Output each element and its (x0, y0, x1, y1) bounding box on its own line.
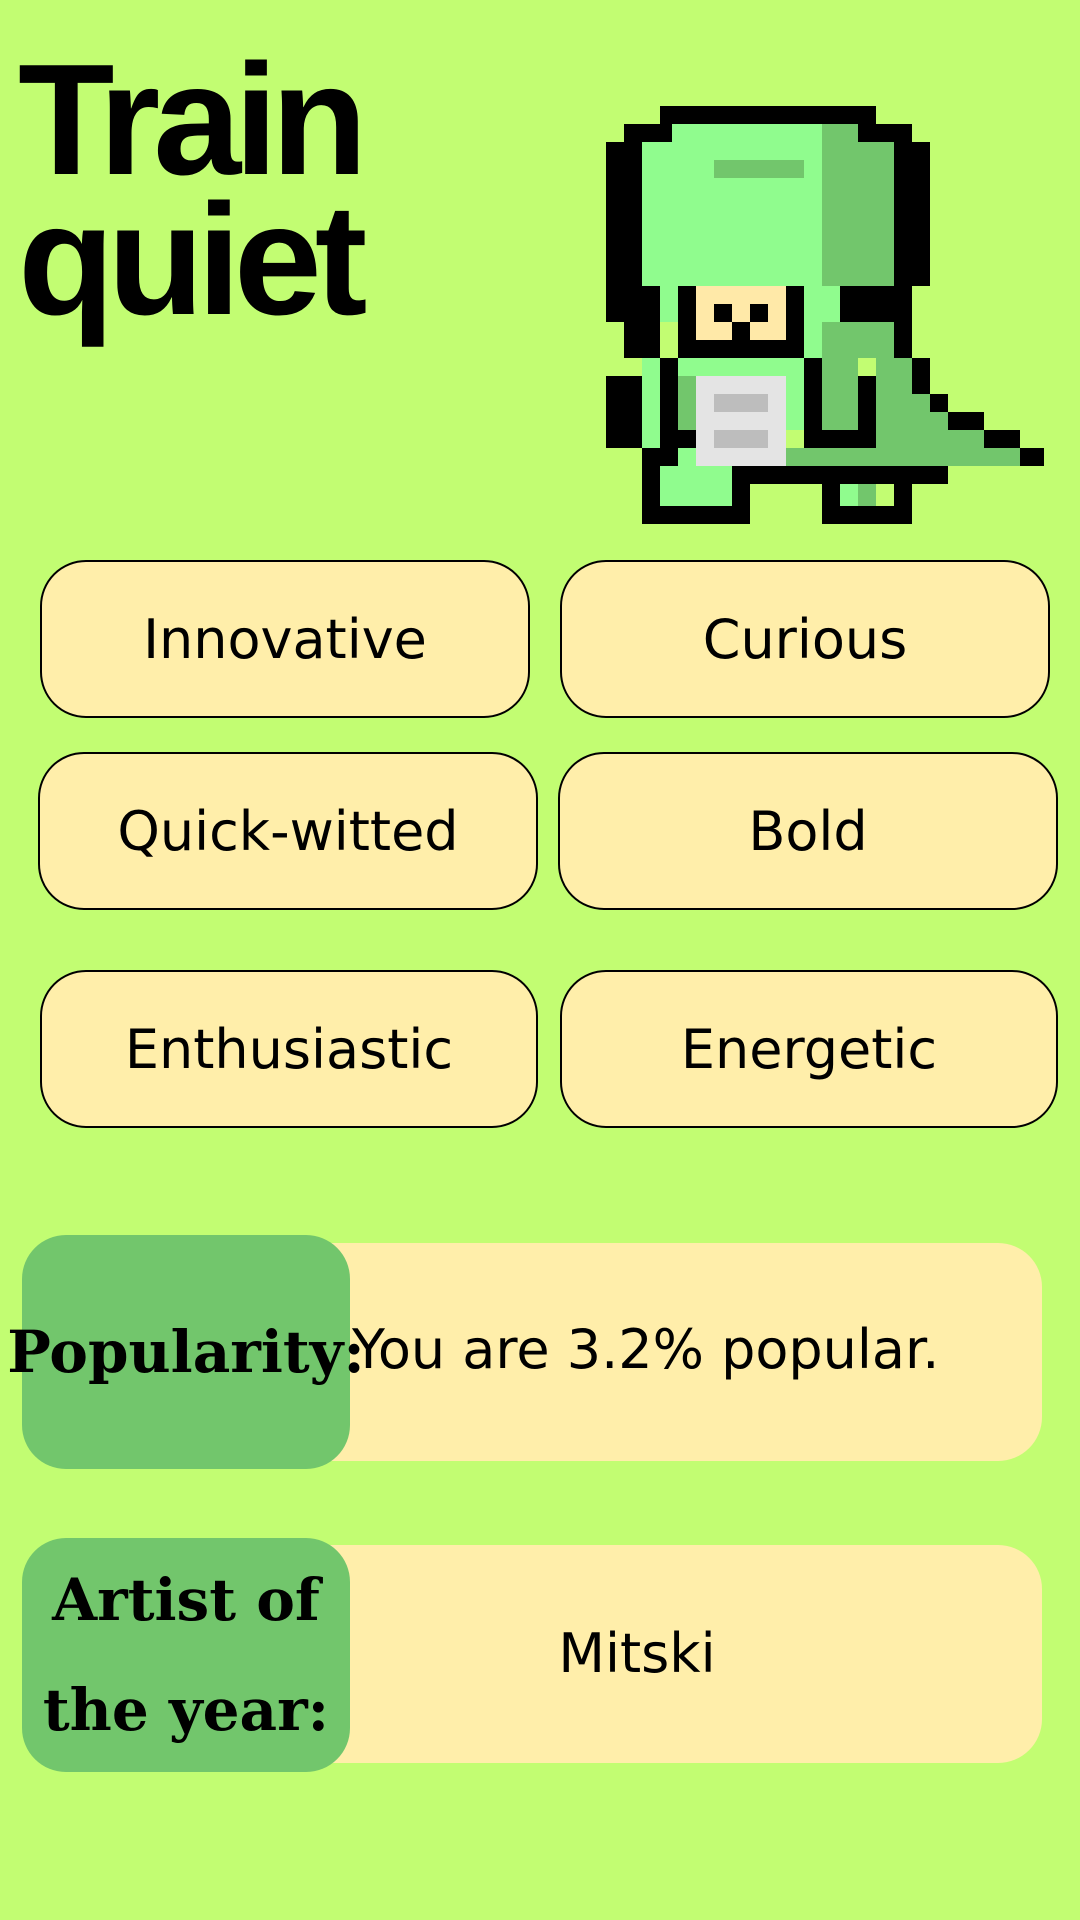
trait-tag-energetic[interactable]: Energetic (560, 970, 1058, 1128)
page-title: Train quiet (18, 32, 368, 348)
pixel-dinosaur-icon (606, 106, 1044, 524)
trait-tag-quick-witted[interactable]: Quick-witted (38, 752, 538, 910)
title-line-2: quiet (18, 172, 367, 348)
trait-tag-innovative[interactable]: Innovative (40, 560, 530, 718)
artist-value: Mitski (558, 1622, 716, 1685)
artist-label: Artist of the year: (22, 1538, 350, 1772)
trait-tag-bold[interactable]: Bold (558, 752, 1058, 910)
popularity-label: Popularity: (7, 1235, 365, 1469)
title-line-1: Train (18, 32, 368, 208)
popularity-value: You are 3.2% popular. (352, 1318, 940, 1381)
trait-tag-enthusiastic[interactable]: Enthusiastic (40, 970, 538, 1128)
trait-tag-curious[interactable]: Curious (560, 560, 1050, 718)
